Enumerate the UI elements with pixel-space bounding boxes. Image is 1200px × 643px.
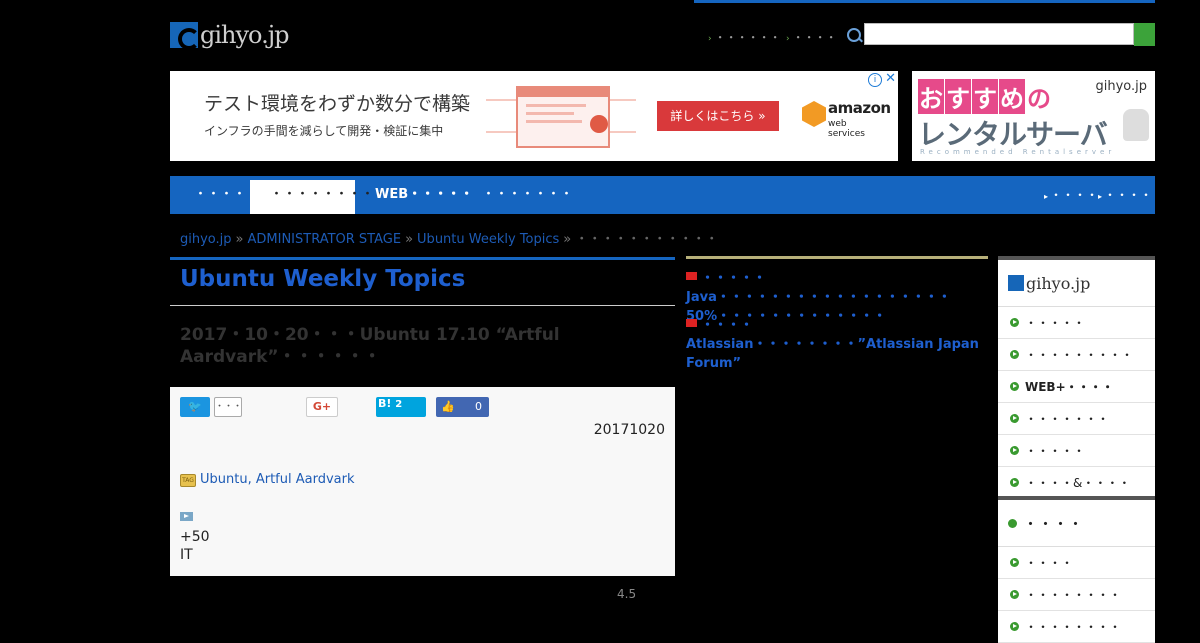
breadcrumb-series[interactable]: Ubuntu Weekly Topics — [417, 232, 559, 247]
news-item[interactable]: ・・・・Atlassian・・・・・・・・”Atlassian Japan Fo… — [686, 316, 986, 373]
article-top-line — [170, 257, 675, 260]
facebook-like-button[interactable]: 👍 0 — [436, 397, 489, 417]
nav-tab-4[interactable]: ・・・・・・・ — [462, 176, 593, 214]
side-ad-brand: gihyo.jp — [1095, 79, 1147, 94]
sidebar-item[interactable]: ・・・・・・・ — [998, 403, 1155, 435]
body-text: IT — [180, 547, 193, 563]
site-logo[interactable]: gihyo.jp — [170, 20, 290, 50]
side-ad-line1: おすすめの — [918, 79, 1053, 114]
breadcrumb-current: ・・・・・・・・・・・ — [575, 232, 719, 247]
gplus-button[interactable]: G+ — [306, 397, 338, 417]
banner-ad[interactable]: テスト環境をわずか数分で構築 インフラの手間を減らして開発・検証に集中 詳しくは… — [170, 71, 898, 161]
ad-info-icon[interactable]: i — [868, 73, 882, 87]
article-body: 🐦 ・・・ G+ B! 2 👍 0 20171020 TAG Ubuntu, Ar… — [170, 387, 675, 576]
sidebar-item[interactable]: ・・・・・・・・ — [998, 579, 1155, 611]
side-ad-line2: レンタルサーバ — [918, 118, 1108, 151]
sidebar-box-title: ・・・・ — [998, 500, 1155, 547]
news-top-line — [686, 256, 988, 259]
breadcrumb: gihyo.jp» ADMINISTRATOR STAGE» Ubuntu Week… — [180, 232, 719, 247]
sidebar-item[interactable]: ・・・・・ — [998, 435, 1155, 467]
arrow-icon — [1010, 382, 1019, 391]
top-accent-line — [694, 0, 1155, 3]
flag-icon — [686, 319, 697, 327]
play-icon — [180, 512, 193, 521]
arrow-icon — [1008, 518, 1017, 528]
twitter-icon: 🐦 — [188, 400, 202, 413]
arrow-icon — [1010, 446, 1019, 455]
rating-value: 4.5 — [617, 587, 637, 601]
main-nav: ・・・・・ ・・・・・・・・・・ WEB・・・・・ ・・・・・・・ ▸ ・・・・ … — [170, 176, 1155, 214]
ad-headline: テスト環境をわずか数分で構築 — [204, 93, 471, 115]
side-banner-ad[interactable]: おすすめの レンタルサーバ Recommended Rentalserver g… — [912, 71, 1155, 161]
search-input[interactable] — [864, 23, 1134, 45]
arrow-icon — [1010, 590, 1019, 599]
series-title[interactable]: Ubuntu Weekly Topics — [180, 266, 465, 292]
arrow-icon — [1010, 558, 1019, 567]
tag-links[interactable]: Ubuntu, Artful Aardvark — [200, 472, 355, 487]
sidebar-item[interactable]: ・・・・ — [998, 547, 1155, 579]
sidebar-box-sites: gihyo.jp ・・・・・ ・・・・・・・・・ WEB+・・・・ ・・・・・・… — [998, 256, 1155, 499]
sidebar-item[interactable]: ・・・・&・・・・ — [998, 467, 1155, 499]
thumbs-up-icon: 👍 — [441, 400, 455, 413]
nav-right-link-1[interactable]: ▸ ・・・・ — [1044, 176, 1098, 216]
logo-text: gihyo.jp — [200, 21, 290, 49]
article-title: 2017・10・20・・・Ubuntu 17.10 “Artful Aardva… — [180, 325, 560, 367]
search-button[interactable] — [1134, 23, 1155, 46]
ad-cta-button[interactable]: 詳しくはこちら » — [657, 101, 779, 131]
gear-icon — [590, 115, 608, 133]
nav-tab-2-active[interactable]: ・・・・・・・・・・ — [250, 180, 400, 214]
breadcrumb-stage[interactable]: ADMINISTRATOR STAGE — [248, 232, 402, 247]
arrow-icon — [1010, 414, 1019, 423]
logo-mark-icon — [170, 22, 200, 50]
sidebar-item[interactable]: ・・・・・・・・ — [998, 611, 1155, 643]
tweet-button[interactable]: 🐦 — [180, 397, 210, 417]
search-icon — [847, 28, 861, 42]
ad-close-icon[interactable]: ✕ — [885, 71, 896, 86]
sidebar-item[interactable]: WEB+・・・・ — [998, 371, 1155, 403]
aws-cubes-icon — [802, 101, 826, 127]
body-text: +50 — [180, 529, 210, 545]
sidebar-box-books: ・・・・ ・・・・ ・・・・・・・・ ・・・・・・・・ — [998, 496, 1155, 643]
arrow-icon — [1010, 318, 1019, 327]
tag-icon: TAG — [180, 474, 196, 487]
sidebar-item[interactable]: ・・・・・・・・・ — [998, 339, 1155, 371]
hatena-bookmark-button[interactable]: B! 2 — [376, 397, 426, 417]
nav-right-link-2[interactable]: ▸ ・・・・ — [1098, 176, 1152, 216]
arrow-icon — [1010, 478, 1019, 487]
breadcrumb-home[interactable]: gihyo.jp — [180, 232, 232, 247]
aws-logo: amazon web services — [802, 97, 891, 139]
top-link-1[interactable]: › ・・・・・・ — [708, 29, 781, 45]
side-ad-line3: Recommended Rentalserver — [920, 148, 1116, 156]
logo-mark-icon — [1008, 275, 1024, 291]
ad-subline: インフラの手間を減らして開発・検証に集中 — [204, 124, 444, 138]
sidebar-item[interactable]: ・・・・・ — [998, 307, 1155, 339]
arrow-icon — [1010, 350, 1019, 359]
top-link-2[interactable]: › ・・・・ — [786, 29, 837, 45]
thumbs-up-icon — [1123, 109, 1149, 141]
publish-date: 20171020 — [593, 422, 665, 438]
flag-icon — [686, 272, 697, 280]
sidebar-logo[interactable]: gihyo.jp — [998, 260, 1155, 307]
divider — [170, 305, 675, 306]
tweet-count: ・・・ — [214, 397, 242, 417]
